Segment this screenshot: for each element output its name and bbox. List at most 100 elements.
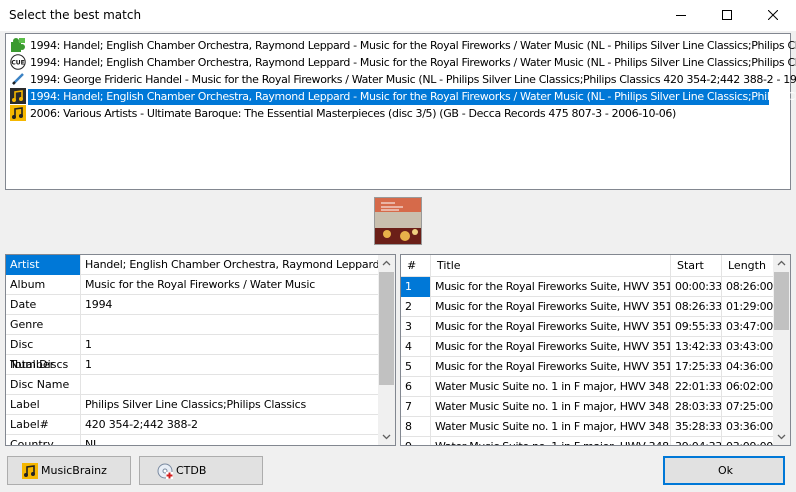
- ctdb-label: CTDB: [176, 464, 207, 477]
- track-row[interactable]: 6 Water Music Suite no. 1 in F major, HW…: [401, 377, 774, 397]
- column-header-start[interactable]: Start: [671, 255, 722, 277]
- metadata-value[interactable]: 1994: [85, 295, 112, 315]
- metadata-value[interactable]: Music for the Royal Fireworks / Water Mu…: [85, 275, 315, 295]
- window-title: Select the best match: [9, 8, 142, 22]
- metadata-key: Date: [6, 295, 81, 315]
- tracks-scrollbar[interactable]: [773, 255, 790, 445]
- track-number: 5: [401, 357, 431, 377]
- metadata-row[interactable]: Disc Number 1: [6, 335, 379, 371]
- metadata-key: Disc Name: [6, 375, 81, 395]
- metadata-row[interactable]: Date 1994: [6, 295, 379, 315]
- track-length: 04:36:00: [722, 357, 774, 377]
- column-header-number[interactable]: #: [401, 255, 431, 277]
- close-button[interactable]: [750, 0, 796, 31]
- result-item[interactable]: 1994: George Frideric Handel - Music for…: [9, 71, 796, 88]
- album-cover-art: [374, 197, 422, 245]
- close-icon: [768, 10, 778, 20]
- track-number: 8: [401, 417, 431, 437]
- track-number: 9: [401, 437, 431, 445]
- metadata-row[interactable]: Genre: [6, 315, 379, 335]
- result-text: 1994: Handel; English Chamber Orchestra,…: [28, 89, 796, 105]
- track-title[interactable]: Water Music Suite no. 1 in F major, HWV …: [431, 437, 671, 445]
- result-item[interactable]: 2006: Various Artists - Ultimate Baroque…: [9, 105, 769, 122]
- track-length: 06:02:00: [722, 377, 774, 397]
- musicbrainz-button[interactable]: MusicBrainz: [7, 456, 131, 485]
- scroll-up-icon[interactable]: [378, 255, 395, 272]
- metadata-value[interactable]: NL: [85, 435, 99, 445]
- track-number: 2: [401, 297, 431, 317]
- metadata-key: Label: [6, 395, 81, 415]
- result-text: 1994: Handel; English Chamber Orchestra,…: [30, 56, 796, 69]
- track-start: 35:28:33: [671, 417, 722, 437]
- metadata-scrollbar[interactable]: [378, 255, 395, 445]
- metadata-row[interactable]: Total Discs 1: [6, 355, 379, 375]
- scroll-down-icon[interactable]: [378, 428, 395, 445]
- scroll-thumb[interactable]: [774, 272, 789, 330]
- track-title[interactable]: Music for the Royal Fireworks Suite, HWV…: [431, 277, 671, 297]
- scroll-down-icon[interactable]: [773, 428, 790, 445]
- scroll-up-icon[interactable]: [773, 255, 790, 272]
- metadata-key: Total Discs: [6, 355, 81, 375]
- result-item[interactable]: 1994: Handel; English Chamber Orchestra,…: [9, 37, 796, 54]
- track-length: 03:47:00: [722, 317, 774, 337]
- metadata-row[interactable]: Label# 420 354-2;442 388-2: [6, 415, 379, 435]
- metadata-row[interactable]: Country NL: [6, 435, 379, 445]
- metadata-value[interactable]: Handel; English Chamber Orchestra, Raymo…: [85, 255, 380, 275]
- ok-button[interactable]: Ok: [663, 456, 785, 485]
- result-item-selected[interactable]: 1994: Handel; English Chamber Orchestra,…: [9, 88, 796, 105]
- track-title[interactable]: Water Music Suite no. 1 in F major, HWV …: [431, 397, 671, 417]
- track-number: 1: [401, 277, 431, 297]
- cue-icon: CUE: [10, 54, 26, 70]
- track-row[interactable]: 5 Music for the Royal Fireworks Suite, H…: [401, 357, 774, 377]
- column-header-length[interactable]: Length: [722, 255, 774, 277]
- result-text: 1994: Handel; English Chamber Orchestra,…: [30, 39, 796, 52]
- track-start: 09:55:33: [671, 317, 722, 337]
- metadata-row[interactable]: Label Philips Silver Line Classics;Philip…: [6, 395, 379, 415]
- column-header-title[interactable]: Title: [431, 255, 671, 277]
- track-row[interactable]: 1 Music for the Royal Fireworks Suite, H…: [401, 277, 774, 297]
- result-text: 2006: Various Artists - Ultimate Baroque…: [30, 107, 676, 120]
- track-number: 3: [401, 317, 431, 337]
- metadata-key: Disc Number: [6, 335, 81, 371]
- maximize-button[interactable]: [704, 0, 750, 31]
- track-length: 07:25:00: [722, 397, 774, 417]
- metadata-value[interactable]: 420 354-2;442 388-2: [85, 415, 198, 435]
- puzzle-icon: [11, 38, 25, 52]
- metadata-key: Album: [6, 275, 81, 295]
- metadata-key: Label#: [6, 415, 81, 435]
- track-title[interactable]: Music for the Royal Fireworks Suite, HWV…: [431, 337, 671, 357]
- result-item[interactable]: CUE 1994: Handel; English Chamber Orches…: [9, 54, 796, 71]
- metadata-value[interactable]: Philips Silver Line Classics;Philips Cla…: [85, 395, 306, 415]
- metadata-grid[interactable]: Artist Handel; English Chamber Orchestra,…: [5, 254, 396, 446]
- scroll-thumb[interactable]: [379, 272, 394, 385]
- track-row[interactable]: 4 Music for the Royal Fireworks Suite, H…: [401, 337, 774, 357]
- track-start: 22:01:33: [671, 377, 722, 397]
- track-start: 13:42:33: [671, 337, 722, 357]
- track-row[interactable]: 2 Music for the Royal Fireworks Suite, H…: [401, 297, 774, 317]
- track-title[interactable]: Water Music Suite no. 1 in F major, HWV …: [431, 377, 671, 397]
- metadata-row[interactable]: Disc Name: [6, 375, 379, 395]
- track-row[interactable]: 9 Water Music Suite no. 1 in F major, HW…: [401, 437, 774, 445]
- track-title[interactable]: Music for the Royal Fireworks Suite, HWV…: [431, 317, 671, 337]
- track-title[interactable]: Music for the Royal Fireworks Suite, HWV…: [431, 297, 671, 317]
- musicbrainz-icon: [10, 105, 26, 121]
- track-start: 00:00:33: [671, 277, 722, 297]
- track-length: 01:29:00: [722, 297, 774, 317]
- metadata-value[interactable]: 1: [85, 355, 92, 375]
- track-row[interactable]: 3 Music for the Royal Fireworks Suite, H…: [401, 317, 774, 337]
- track-row[interactable]: 8 Water Music Suite no. 1 in F major, HW…: [401, 417, 774, 437]
- track-row[interactable]: 7 Water Music Suite no. 1 in F major, HW…: [401, 397, 774, 417]
- track-length: 08:26:00: [722, 277, 774, 297]
- track-title[interactable]: Music for the Royal Fireworks Suite, HWV…: [431, 357, 671, 377]
- minimize-button[interactable]: [658, 0, 704, 31]
- svg-text:CUE: CUE: [11, 60, 24, 67]
- results-list[interactable]: 1994: Handel; English Chamber Orchestra,…: [5, 33, 796, 190]
- metadata-row[interactable]: Artist Handel; English Chamber Orchestra,…: [6, 255, 380, 275]
- metadata-row[interactable]: Album Music for the Royal Fireworks / Wat…: [6, 275, 379, 295]
- track-start: 28:03:33: [671, 397, 722, 417]
- tracks-grid[interactable]: # Title Start Length 1 Music for the Roy…: [400, 254, 791, 446]
- musicbrainz-label: MusicBrainz: [41, 464, 107, 477]
- track-title[interactable]: Water Music Suite no. 1 in F major, HWV …: [431, 417, 671, 437]
- metadata-value[interactable]: 1: [85, 335, 92, 355]
- ctdb-button[interactable]: CTDB: [139, 456, 263, 485]
